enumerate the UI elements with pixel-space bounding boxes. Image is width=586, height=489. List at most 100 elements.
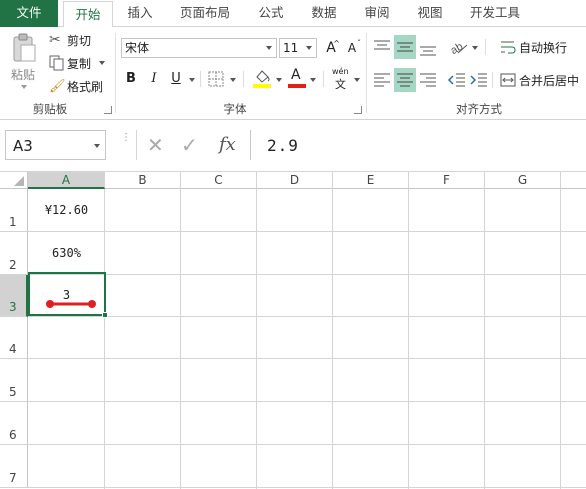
divider [323, 71, 324, 87]
fill-color-icon[interactable] [252, 67, 272, 89]
tab-review[interactable]: 审阅 [355, 0, 399, 27]
column-header-g[interactable]: G [485, 172, 561, 189]
font-color-button[interactable]: A [287, 67, 307, 89]
formula-buttons: ✕ ✓ fx [136, 130, 248, 160]
row-number: 6 [9, 428, 17, 442]
cancel-button[interactable]: ✕ [147, 133, 164, 157]
font-name-select[interactable]: 宋体 [121, 38, 277, 58]
row-header-5[interactable]: 5 [0, 359, 28, 402]
font-launcher-icon[interactable] [354, 106, 362, 114]
cell-a1[interactable]: ¥12.60 [28, 203, 105, 217]
underline-button[interactable]: U [166, 69, 186, 89]
underline-dropdown-icon[interactable] [189, 78, 195, 82]
cut-button[interactable]: ✂ 剪切 [49, 31, 91, 49]
divider [366, 33, 367, 113]
tab-page-layout[interactable]: 页面布局 [170, 0, 240, 27]
clipboard-launcher-icon[interactable] [104, 106, 112, 114]
formula-bar: A3 ⋮ ✕ ✓ fx 2.9 [0, 120, 586, 172]
row-number: 1 [9, 215, 17, 229]
increase-font-size-button[interactable]: A ^ [321, 38, 341, 58]
row-header-7[interactable]: 7 [0, 445, 28, 488]
merge-center-icon [500, 73, 516, 87]
tab-file[interactable]: 文件 [0, 0, 58, 27]
column-header-f[interactable]: F [409, 172, 485, 189]
wrap-text-icon [501, 41, 516, 54]
column-header-b[interactable]: B [105, 172, 181, 189]
align-right-icon[interactable] [418, 71, 438, 91]
column-header-d[interactable]: D [257, 172, 333, 189]
column-header-a[interactable]: A [28, 172, 105, 189]
phonetic-guide-button[interactable]: wén 文 [330, 67, 354, 91]
insert-function-button[interactable]: fx [219, 134, 236, 155]
column-header-e[interactable]: E [333, 172, 409, 189]
name-box[interactable]: A3 [5, 130, 106, 160]
cell-a2[interactable]: 630% [28, 246, 105, 260]
decrease-font-size-button[interactable]: Aˇ [342, 38, 362, 58]
align-center-icon [397, 73, 413, 87]
copy-button[interactable]: 复制 [49, 54, 106, 72]
gridline [28, 358, 586, 359]
row-number: 7 [9, 471, 17, 485]
align-center-button[interactable] [394, 68, 416, 92]
divider [200, 71, 201, 87]
tab-data[interactable]: 数据 [302, 0, 346, 27]
caret-up-icon: ^ [333, 39, 340, 48]
select-all-icon [14, 176, 24, 186]
increase-indent-icon[interactable] [469, 71, 489, 91]
font-color-bar [288, 84, 306, 88]
align-bottom-icon[interactable] [418, 37, 438, 59]
borders-dropdown-icon[interactable] [230, 78, 236, 82]
tab-view[interactable]: 视图 [408, 0, 452, 27]
align-middle-button[interactable] [394, 35, 416, 59]
row-header-6[interactable]: 6 [0, 402, 28, 445]
paintbrush-icon: 🖌 [49, 78, 66, 94]
bold-button[interactable]: B [121, 69, 141, 89]
row-header-1[interactable]: 1 [0, 189, 28, 232]
column-header-c[interactable]: C [181, 172, 257, 189]
font-color-dropdown-icon[interactable] [310, 78, 316, 82]
tab-insert[interactable]: 插入 [117, 0, 163, 27]
row-header-4[interactable]: 4 [0, 317, 28, 359]
row-header-2[interactable]: 2 [0, 232, 28, 275]
borders-icon[interactable] [207, 70, 225, 88]
row-number: 5 [9, 385, 17, 399]
divider [243, 71, 244, 87]
paste-label: 粘贴 [11, 68, 36, 82]
name-box-value: A3 [13, 137, 33, 155]
phonetic-dropdown-icon[interactable] [354, 78, 360, 82]
scissors-icon: ✂ [49, 32, 61, 48]
align-left-icon[interactable] [372, 71, 392, 91]
tab-formulas[interactable]: 公式 [250, 0, 292, 27]
gridline [28, 401, 586, 402]
chevron-down-icon [94, 144, 100, 148]
chevron-down-icon [306, 46, 312, 50]
tab-home[interactable]: 开始 [63, 1, 113, 28]
red-annotation-underline [46, 300, 96, 308]
fill-color-dropdown-icon[interactable] [276, 78, 282, 82]
format-painter-button[interactable]: 🖌 格式刷 [49, 77, 103, 95]
drag-handle-icon[interactable]: ⋮ [121, 133, 131, 155]
enter-button[interactable]: ✓ [181, 133, 198, 157]
orientation-dropdown-icon[interactable] [472, 46, 478, 50]
merge-center-button[interactable]: 合并后居中 [500, 71, 579, 89]
formula-input[interactable]: 2.9 [250, 130, 586, 160]
orientation-icon[interactable]: ab [448, 35, 470, 57]
select-all-corner[interactable] [0, 172, 28, 189]
caret-down-icon: ˇ [357, 39, 361, 48]
tab-developer[interactable]: 开发工具 [462, 0, 528, 27]
fill-handle[interactable] [102, 312, 108, 318]
paste-button[interactable]: 粘贴 [6, 33, 42, 91]
font-size-select[interactable]: 11 [279, 38, 317, 58]
worksheet-grid[interactable]: A B C D E F G 1 2 3 4 5 6 7 ¥12.60 630% … [0, 172, 586, 489]
paste-dropdown-icon [21, 85, 27, 89]
row-header-3[interactable]: 3 [0, 275, 28, 317]
column-header-h[interactable] [561, 172, 586, 189]
decrease-indent-icon[interactable] [447, 71, 467, 91]
align-top-icon[interactable] [372, 37, 392, 57]
wrap-text-button[interactable]: 自动换行 [500, 38, 567, 56]
row-number: 4 [9, 342, 17, 356]
italic-button[interactable]: I [144, 69, 164, 89]
font-color-letter: A [291, 67, 301, 83]
gridline [28, 487, 586, 488]
phonetic-bottom: 文 [335, 78, 346, 91]
